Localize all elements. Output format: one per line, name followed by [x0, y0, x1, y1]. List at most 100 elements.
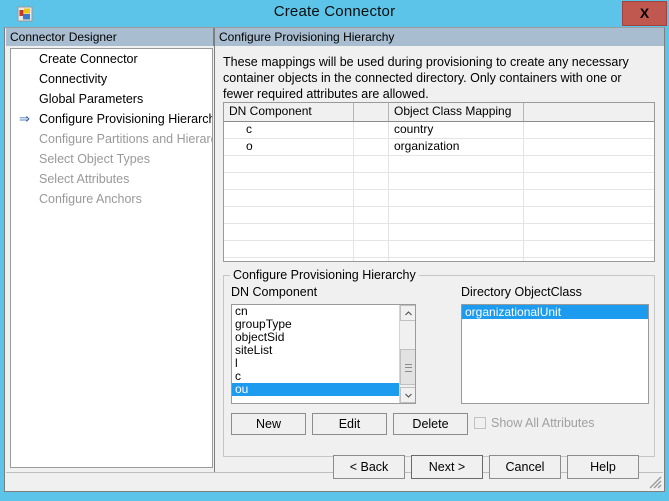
- sidebar-item-label: Select Attributes: [39, 172, 130, 186]
- table-cell: [354, 207, 389, 223]
- sidebar-item-select-attributes: Select Attributes: [11, 169, 212, 189]
- table-row[interactable]: c country: [224, 122, 654, 139]
- next-button[interactable]: Next >: [411, 455, 483, 479]
- list-item[interactable]: organizationalUnit: [462, 305, 648, 319]
- table-cell: [224, 190, 354, 206]
- table-cell: [524, 156, 654, 172]
- dn-component-label: DN Component: [231, 285, 318, 299]
- delete-button[interactable]: Delete: [393, 413, 468, 435]
- dn-component-listbox[interactable]: cn groupType objectSid siteList l c ou: [231, 304, 416, 404]
- table-row-empty: [224, 241, 654, 258]
- table-cell: [354, 156, 389, 172]
- sidebar-item-configure-provisioning-hierarchy[interactable]: ⇒ Configure Provisioning Hierarchy: [11, 109, 212, 129]
- table-row-empty: [224, 156, 654, 173]
- table-cell: [524, 190, 654, 206]
- table-cell: [389, 156, 524, 172]
- column-header-dn-component[interactable]: DN Component: [224, 103, 354, 121]
- table-cell: [354, 241, 389, 257]
- cancel-button[interactable]: Cancel: [489, 455, 561, 479]
- scroll-up-icon[interactable]: [400, 305, 415, 321]
- table-row-empty: [224, 190, 654, 207]
- directory-objectclass-listbox[interactable]: organizationalUnit: [461, 304, 649, 404]
- column-header-object-class-mapping[interactable]: Object Class Mapping: [389, 103, 524, 121]
- dialog-client-area: Connector Designer Create Connector Conne…: [4, 27, 665, 492]
- table-cell: [389, 241, 524, 257]
- checkbox-box-icon: [474, 417, 486, 429]
- list-item[interactable]: l: [232, 357, 400, 370]
- table-cell: [524, 173, 654, 189]
- table-cell: [224, 207, 354, 223]
- table-row[interactable]: o organization: [224, 139, 654, 156]
- configure-provisioning-hierarchy-group: Configure Provisioning Hierarchy DN Comp…: [223, 268, 655, 457]
- table-cell: [354, 190, 389, 206]
- window-title: Create Connector: [273, 3, 396, 20]
- current-step-arrow-icon: ⇒: [19, 111, 30, 126]
- table-cell: o: [224, 139, 354, 155]
- close-icon[interactable]: X: [622, 1, 667, 26]
- table-cell: [354, 258, 389, 261]
- table-cell: country: [389, 122, 524, 138]
- resize-grip-icon[interactable]: [648, 475, 662, 489]
- dn-component-scrollbar[interactable]: [399, 305, 415, 403]
- sidebar-item-label: Select Object Types: [39, 152, 150, 166]
- column-header-extra[interactable]: [524, 103, 654, 121]
- table-cell: [224, 156, 354, 172]
- sidebar-item-label: Connectivity: [39, 72, 108, 86]
- sidebar-item-label: Configure Partitions and Hierarchies: [39, 132, 212, 146]
- edit-button[interactable]: Edit: [312, 413, 387, 435]
- dialog-button-bar: < Back Next > Cancel Help: [5, 455, 664, 491]
- group-title: Configure Provisioning Hierarchy: [230, 268, 419, 282]
- table-row-empty: [224, 173, 654, 190]
- mapping-grid[interactable]: DN Component Object Class Mapping c count…: [223, 102, 655, 262]
- list-item[interactable]: ou: [232, 383, 400, 396]
- new-button[interactable]: New: [231, 413, 306, 435]
- table-row-empty: [224, 258, 654, 261]
- table-cell: [354, 122, 389, 138]
- sidebar-item-global-parameters[interactable]: Global Parameters: [11, 89, 212, 109]
- list-item[interactable]: siteList: [232, 344, 400, 357]
- help-button[interactable]: Help: [567, 455, 639, 479]
- table-cell: [389, 258, 524, 261]
- table-row-empty: [224, 207, 654, 224]
- table-row-empty: [224, 224, 654, 241]
- grid-body: c country o organization: [224, 122, 654, 261]
- table-cell: [224, 224, 354, 240]
- connector-designer-header: Connector Designer: [6, 28, 214, 46]
- table-cell: [524, 224, 654, 240]
- sidebar-item-create-connector[interactable]: Create Connector: [11, 49, 212, 69]
- sidebar-item-configure-anchors: Configure Anchors: [11, 189, 212, 209]
- table-cell: [524, 241, 654, 257]
- table-cell: [389, 190, 524, 206]
- sidebar-item-label: Create Connector: [39, 52, 138, 66]
- sidebar-item-select-object-types: Select Object Types: [11, 149, 212, 169]
- scroll-down-icon[interactable]: [400, 387, 415, 403]
- back-button[interactable]: < Back: [333, 455, 405, 479]
- connector-designer-nav: Create Connector Connectivity Global Param…: [10, 48, 213, 468]
- table-cell: [524, 139, 654, 155]
- scrollbar-thumb[interactable]: [400, 349, 415, 385]
- column-header-spacer[interactable]: [354, 103, 389, 121]
- sidebar-item-connectivity[interactable]: Connectivity: [11, 69, 212, 89]
- table-cell: [524, 207, 654, 223]
- dn-component-list-items: cn groupType objectSid siteList l c ou: [232, 305, 400, 396]
- table-cell: [389, 207, 524, 223]
- table-cell: [389, 173, 524, 189]
- provisioning-hierarchy-pane: These mappings will be used during provi…: [215, 47, 664, 471]
- scrollbar-grip-icon: [405, 364, 412, 372]
- nav-list: Create Connector Connectivity Global Param…: [11, 49, 212, 209]
- table-cell: [524, 122, 654, 138]
- sidebar-item-label: Global Parameters: [39, 92, 144, 106]
- sidebar-item-configure-partitions-and-hierarchies: Configure Partitions and Hierarchies: [11, 129, 212, 149]
- show-all-attributes-checkbox: Show All Attributes: [474, 416, 595, 430]
- table-cell: [389, 224, 524, 240]
- list-item[interactable]: c: [232, 370, 400, 383]
- table-cell: [224, 258, 354, 261]
- directory-objectclass-label: Directory ObjectClass: [461, 285, 582, 299]
- table-cell: c: [224, 122, 354, 138]
- table-cell: [224, 241, 354, 257]
- directory-objectclass-list-items: organizationalUnit: [462, 305, 648, 319]
- table-cell: [354, 139, 389, 155]
- table-cell: [354, 224, 389, 240]
- sidebar-item-label: Configure Anchors: [39, 192, 142, 206]
- show-all-attributes-label: Show All Attributes: [491, 416, 595, 430]
